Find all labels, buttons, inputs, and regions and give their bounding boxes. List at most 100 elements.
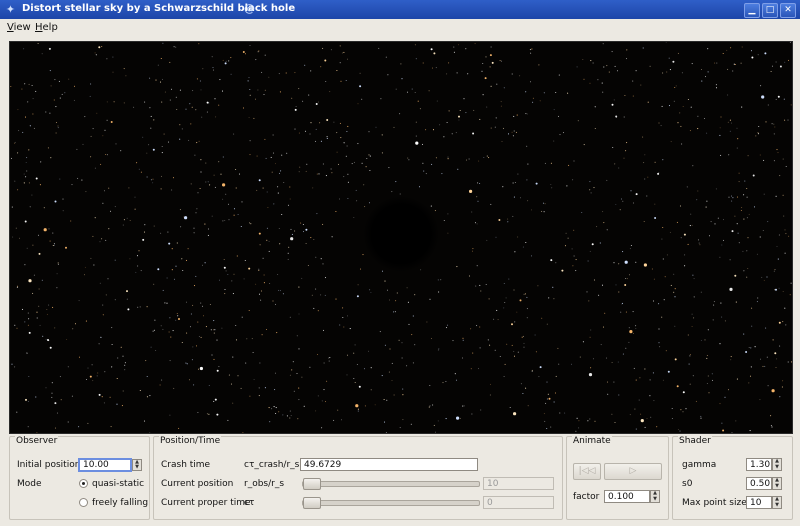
- star: [622, 353, 624, 355]
- star: [298, 313, 300, 315]
- star: [123, 219, 125, 221]
- star: [482, 62, 484, 65]
- star: [25, 161, 27, 164]
- star: [265, 328, 268, 331]
- star: [535, 351, 537, 353]
- star: [101, 45, 103, 48]
- max-point-size-spinner[interactable]: ▲ ▼: [772, 496, 782, 509]
- star: [415, 58, 417, 60]
- star: [432, 129, 435, 131]
- star: [538, 64, 540, 66]
- star: [708, 392, 710, 394]
- star: [414, 91, 416, 94]
- current-proper-time-slider-handle[interactable]: [303, 497, 321, 509]
- star: [337, 409, 339, 411]
- star: [195, 109, 197, 111]
- star: [753, 206, 756, 208]
- menu-help[interactable]: Help: [35, 22, 58, 33]
- star: [298, 387, 300, 389]
- star: [326, 137, 328, 140]
- star: [173, 278, 176, 280]
- play-button[interactable]: ▷: [604, 463, 662, 480]
- star: [531, 369, 533, 371]
- star: [56, 412, 59, 414]
- star: [14, 180, 16, 182]
- star: [534, 334, 536, 336]
- star: [282, 414, 284, 416]
- star: [776, 358, 778, 360]
- star: [213, 174, 215, 176]
- star: [736, 196, 739, 198]
- star: [589, 336, 591, 338]
- star: [671, 417, 673, 420]
- sky-viewport[interactable]: [9, 41, 793, 434]
- star: [689, 130, 691, 132]
- star: [550, 259, 553, 262]
- star: [216, 369, 219, 372]
- star: [32, 113, 34, 115]
- star: [230, 383, 233, 385]
- star: [634, 408, 636, 410]
- current-proper-time-slider[interactable]: [302, 497, 480, 509]
- s0-spinner[interactable]: ▲ ▼: [772, 477, 782, 490]
- factor-input[interactable]: 0.100: [604, 490, 650, 503]
- star: [31, 84, 33, 87]
- maximize-button[interactable]: □: [762, 3, 778, 18]
- quasi-static-radio[interactable]: [79, 479, 88, 488]
- star: [511, 73, 513, 75]
- star: [732, 70, 734, 72]
- star: [784, 229, 786, 231]
- initial-position-input[interactable]: 10.00: [78, 458, 132, 472]
- star: [309, 133, 311, 135]
- star: [302, 100, 304, 102]
- s0-input[interactable]: 0.50: [746, 477, 772, 490]
- star: [17, 189, 19, 191]
- star: [548, 297, 550, 299]
- title-bar[interactable]: ✦ Distort stellar sky by a Schwarzschild…: [0, 0, 800, 19]
- star: [713, 301, 715, 303]
- star: [578, 427, 580, 429]
- star: [292, 361, 294, 363]
- star: [431, 163, 433, 165]
- spin-down-icon[interactable]: ▼: [773, 503, 781, 508]
- spin-down-icon[interactable]: ▼: [133, 465, 141, 470]
- gamma-input[interactable]: 1.30: [746, 458, 772, 471]
- close-button[interactable]: ✕: [780, 3, 796, 18]
- star: [72, 328, 74, 330]
- star: [160, 188, 162, 190]
- star: [175, 319, 177, 321]
- star: [323, 389, 325, 391]
- star: [754, 346, 756, 348]
- star: [279, 91, 281, 93]
- star: [537, 285, 539, 287]
- star: [527, 200, 529, 202]
- star: [49, 70, 51, 72]
- freely-falling-radio[interactable]: [79, 498, 88, 507]
- menu-view[interactable]: View: [7, 22, 31, 33]
- spin-down-icon[interactable]: ▼: [773, 465, 781, 470]
- star: [242, 107, 245, 109]
- minimize-button[interactable]: ▁: [744, 3, 760, 18]
- star: [682, 105, 684, 108]
- star: [721, 316, 723, 318]
- star: [691, 224, 693, 226]
- max-point-size-input[interactable]: 10: [746, 496, 772, 509]
- star: [294, 230, 296, 232]
- initial-position-spinner[interactable]: ▲ ▼: [132, 459, 142, 471]
- star: [193, 285, 196, 287]
- rewind-button[interactable]: |◁◁: [573, 463, 601, 480]
- factor-spinner[interactable]: ▲ ▼: [650, 490, 660, 503]
- star: [153, 119, 155, 121]
- spin-down-icon[interactable]: ▼: [773, 484, 781, 489]
- crash-time-field[interactable]: 49.6729: [300, 458, 478, 471]
- star: [526, 308, 528, 310]
- current-position-slider-handle[interactable]: [303, 478, 321, 490]
- star: [322, 263, 324, 265]
- spin-down-icon[interactable]: ▼: [651, 497, 659, 502]
- current-position-slider[interactable]: [302, 478, 480, 490]
- star: [652, 300, 655, 302]
- star: [736, 223, 738, 225]
- gamma-spinner[interactable]: ▲ ▼: [772, 458, 782, 471]
- star: [28, 83, 30, 85]
- star: [142, 136, 144, 138]
